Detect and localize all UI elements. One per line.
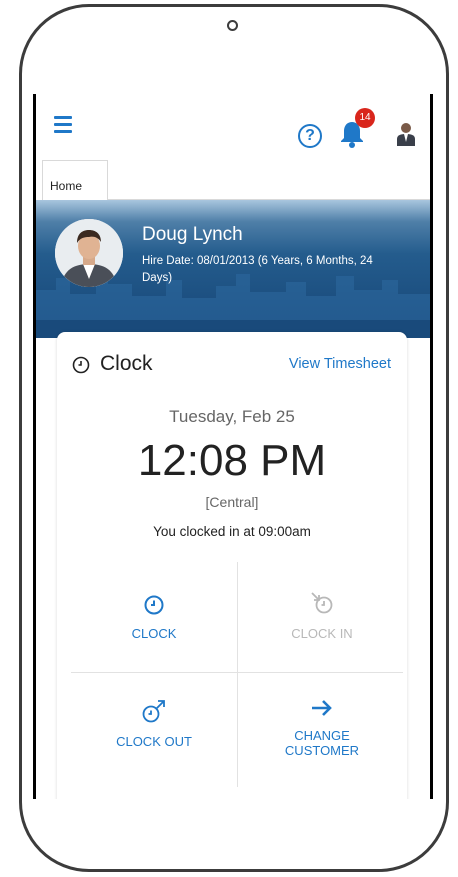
menu-icon[interactable]: [54, 116, 72, 134]
clock-out-label: CLOCK OUT: [116, 734, 192, 749]
help-icon[interactable]: ?: [298, 124, 322, 148]
profile-banner: Doug Lynch Hire Date: 08/01/2013 (6 Year…: [36, 200, 430, 320]
notification-badge: 14: [355, 108, 375, 128]
hire-date: Hire Date: 08/01/2013 (6 Years, 6 Months…: [142, 255, 373, 284]
clock-icon: [144, 595, 164, 615]
phone-screen: ? 14 Home Doug Lynch Hire Date: 08/01/20…: [33, 94, 433, 799]
clock-card: Clock View Timesheet Tuesday, Feb 25 12:…: [57, 332, 407, 799]
clock-out-icon: [142, 700, 165, 723]
change-customer-label-line2: CUSTOMER: [284, 743, 360, 758]
avatar-photo: [55, 219, 123, 287]
change-customer-label-line1: CHANGE: [294, 728, 350, 743]
current-time: 12:08 PM: [137, 436, 327, 485]
phone-camera: [227, 20, 238, 31]
timezone: [Central]: [205, 494, 259, 510]
actions-divider-horizontal: [71, 672, 403, 673]
card-title: Clock: [100, 352, 153, 375]
change-customer-button[interactable]: CHANGE CUSTOMER: [247, 698, 397, 758]
user-name: Doug Lynch: [142, 224, 243, 245]
clock-label: CLOCK: [131, 626, 177, 641]
clock-in-label: CLOCK IN: [291, 626, 353, 641]
clock-in-icon: [311, 592, 333, 614]
top-bar: ? 14: [36, 94, 430, 160]
clock-button[interactable]: CLOCK: [79, 594, 229, 641]
notifications-button[interactable]: 14: [339, 108, 375, 150]
clock-in-button[interactable]: CLOCK IN: [247, 590, 397, 641]
clock-out-button[interactable]: CLOCK OUT: [79, 698, 229, 749]
actions-divider-vertical: [237, 562, 238, 787]
clocked-in-status: You clocked in at 09:00am: [153, 524, 311, 539]
tab-home[interactable]: Home: [42, 160, 108, 200]
user-account-icon[interactable]: [396, 122, 416, 146]
clock-icon: [72, 356, 90, 374]
arrow-right-icon: [312, 700, 332, 716]
app-screen: ? 14 Home Doug Lynch Hire Date: 08/01/20…: [36, 94, 430, 799]
avatar: [55, 219, 123, 287]
current-date: Tuesday, Feb 25: [169, 407, 295, 426]
view-timesheet-link[interactable]: View Timesheet: [289, 356, 391, 372]
